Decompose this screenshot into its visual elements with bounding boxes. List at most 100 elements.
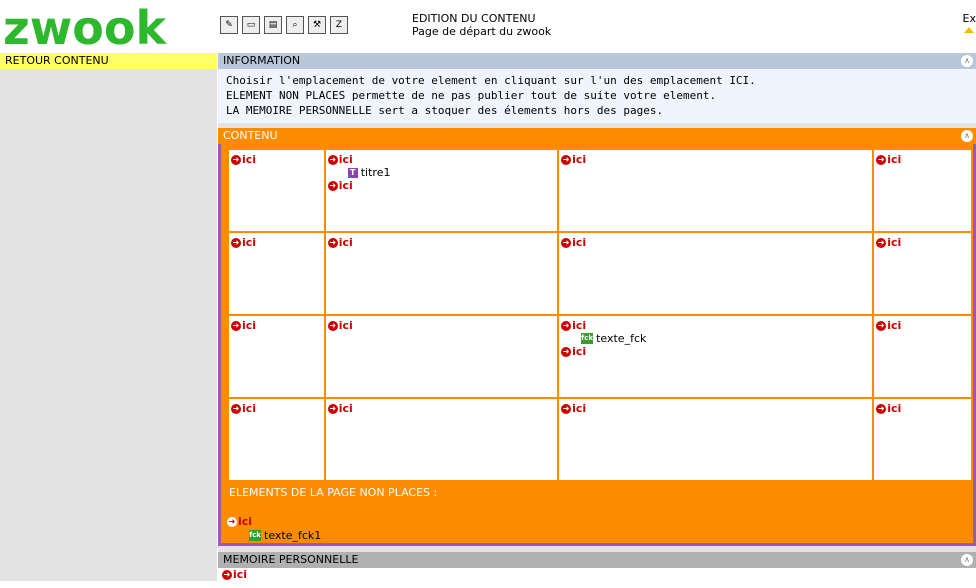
sidebar: RETOUR CONTENU bbox=[0, 53, 217, 581]
arrow-icon: ➜ bbox=[876, 237, 887, 248]
eject-icon bbox=[964, 27, 974, 33]
grid-cell: ➜ ici bbox=[872, 314, 973, 399]
ici-link[interactable]: ➜ ici bbox=[327, 153, 555, 166]
non-places-section: ELEMENTS DE LA PAGE NON PLACES : ➜ ici fc… bbox=[227, 482, 967, 558]
arrow-icon: ➜ bbox=[231, 237, 241, 248]
ici-link[interactable]: ➜ ici bbox=[327, 179, 555, 192]
collapse-icon[interactable]: ∧ bbox=[961, 554, 973, 566]
contenu-title: CONTENU bbox=[223, 129, 278, 142]
contenu-panel: ➜ ici ➜ ici Ttitre1 ➜ ici ➜ ici ➜ ici ➜ ici ➜ ici ➜ ici ➜… bbox=[218, 144, 976, 546]
arrow-icon: ➜ bbox=[231, 320, 241, 331]
arrow-icon: ➜ bbox=[876, 154, 887, 165]
fck-icon: fck bbox=[581, 333, 594, 344]
grid-cell: ➜ ici bbox=[227, 397, 326, 482]
zoom-icon: Z bbox=[335, 20, 343, 30]
retour-contenu-link[interactable]: RETOUR CONTENU bbox=[0, 53, 217, 69]
info-line: Choisir l'emplacement de votre element e… bbox=[226, 74, 756, 87]
tools-icon: ⚒ bbox=[312, 20, 322, 30]
top-bar: zwook ✎ ▭ ▤ ⌕ ⚒ Z EDITION DU CONTENU Page de … bbox=[0, 0, 976, 52]
arrow-icon: ➜ bbox=[231, 154, 241, 165]
ici-link[interactable]: ➜ ici bbox=[231, 402, 322, 415]
ici-link[interactable]: ➜ ici bbox=[876, 236, 969, 249]
main-content: INFORMATION ∧ Choisir l'emplacement de v… bbox=[218, 53, 976, 588]
zwook-logo[interactable]: zwook bbox=[3, 6, 203, 50]
contenu-header[interactable]: CONTENU ∧ bbox=[218, 128, 976, 144]
arrow-icon: ➜ bbox=[876, 403, 887, 414]
ici-link[interactable]: ➜ ici bbox=[876, 402, 969, 415]
arrow-icon: ➜ bbox=[561, 237, 572, 248]
grid-row: ➜ ici ➜ ici ➜ ici ➜ ici bbox=[227, 397, 973, 482]
layout-button[interactable]: ▤ bbox=[264, 16, 282, 34]
arrow-icon: ➜ bbox=[327, 320, 338, 331]
edit-icon: ✎ bbox=[225, 20, 233, 30]
arrow-icon: ➜ bbox=[231, 403, 241, 414]
grid-cell: ➜ ici bbox=[323, 397, 560, 482]
toolbar: ✎ ▭ ▤ ⌕ ⚒ Z bbox=[220, 16, 348, 34]
ici-link[interactable]: ➜ ici bbox=[561, 236, 870, 249]
page-button[interactable]: ▭ bbox=[242, 16, 260, 34]
arrow-icon: ➜ bbox=[876, 320, 887, 331]
arrow-icon: ➜ bbox=[561, 320, 572, 331]
collapse-icon[interactable]: ∧ bbox=[961, 55, 973, 67]
ici-link[interactable]: ➜ ici bbox=[327, 319, 555, 332]
grid-cell: ➜ ici bbox=[227, 314, 326, 399]
grid-cell: ➜ ici fck texte_fck ➜ ici bbox=[557, 314, 875, 399]
information-header[interactable]: INFORMATION ∧ bbox=[218, 53, 976, 69]
grid-row: ➜ ici ➜ ici ➜ ici ➜ ici bbox=[227, 231, 973, 316]
search-button[interactable]: ⌕ bbox=[286, 16, 304, 34]
zoom-button[interactable]: Z bbox=[330, 16, 348, 34]
grid-cell: ➜ ici bbox=[872, 148, 973, 233]
edition-header: EDITION DU CONTENU Page de départ du zwo… bbox=[412, 12, 551, 38]
grid-cell: ➜ ici bbox=[872, 397, 973, 482]
edition-subtitle: Page de départ du zwook bbox=[412, 25, 552, 38]
ici-link[interactable]: ➜ ici bbox=[231, 153, 322, 166]
arrow-icon: ➜ bbox=[327, 403, 338, 414]
ici-link[interactable]: ➜ ici bbox=[561, 345, 870, 358]
ici-link[interactable]: ➜ ici bbox=[227, 515, 967, 528]
ici-link[interactable]: ➜ ici bbox=[231, 319, 322, 332]
grid-cell: ➜ ici bbox=[557, 397, 875, 482]
grid-row: ➜ ici ➜ ici Ttitre1 ➜ ici ➜ ici ➜ ici bbox=[227, 148, 973, 233]
memoire-body: ➜ ici bbox=[218, 568, 976, 588]
ici-link[interactable]: ➜ ici bbox=[222, 568, 976, 581]
grid-cell: ➜ ici bbox=[323, 314, 560, 399]
info-line: LA MEMOIRE PERSONNELLE sert a stoquer de… bbox=[226, 104, 664, 117]
info-line: ELEMENT NON PLACES permette de ne pas pu… bbox=[226, 89, 717, 102]
layout-grid: ➜ ici ➜ ici Ttitre1 ➜ ici ➜ ici ➜ ici ➜ ici ➜ ici ➜ ici ➜… bbox=[227, 148, 973, 482]
ici-link[interactable]: ➜ ici bbox=[327, 402, 555, 415]
ici-link[interactable]: ➜ ici bbox=[876, 153, 969, 166]
edit-button[interactable]: ✎ bbox=[220, 16, 238, 34]
arrow-icon: ➜ bbox=[227, 516, 237, 527]
element-item[interactable]: fck texte_fck1 bbox=[249, 529, 967, 542]
exit-label: Ex bbox=[962, 12, 976, 25]
ici-link[interactable]: ➜ ici bbox=[327, 236, 555, 249]
element-item[interactable]: fck texte_fck bbox=[581, 332, 870, 345]
ici-link[interactable]: ➜ ici bbox=[561, 153, 870, 166]
grid-cell: ➜ ici bbox=[557, 148, 875, 233]
exit-button[interactable]: Ex bbox=[958, 12, 976, 33]
arrow-icon: ➜ bbox=[561, 403, 572, 414]
edition-title: EDITION DU CONTENU bbox=[412, 12, 536, 25]
arrow-icon: ➜ bbox=[561, 154, 572, 165]
grid-cell: ➜ ici bbox=[227, 148, 326, 233]
grid-cell: ➜ ici bbox=[227, 231, 326, 316]
arrow-icon: ➜ bbox=[327, 154, 338, 165]
collapse-icon[interactable]: ∧ bbox=[961, 130, 973, 142]
ici-link[interactable]: ➜ ici bbox=[561, 319, 870, 332]
grid-cell: ➜ ici bbox=[323, 231, 560, 316]
ici-link[interactable]: ➜ ici bbox=[561, 402, 870, 415]
titre-icon: T bbox=[347, 167, 358, 178]
ici-link[interactable]: ➜ ici bbox=[231, 236, 322, 249]
grid-cell: ➜ ici bbox=[557, 231, 875, 316]
arrow-icon: ➜ bbox=[327, 180, 338, 191]
grid-cell: ➜ ici bbox=[872, 231, 973, 316]
memoire-header[interactable]: MEMOIRE PERSONNELLE ∧ bbox=[218, 552, 976, 568]
layout-icon: ▤ bbox=[268, 20, 278, 30]
tools-button[interactable]: ⚒ bbox=[308, 16, 326, 34]
arrow-icon: ➜ bbox=[561, 346, 572, 357]
page-icon: ▭ bbox=[246, 20, 256, 30]
ici-link[interactable]: ➜ ici bbox=[876, 319, 969, 332]
arrow-icon: ➜ bbox=[222, 569, 232, 580]
element-item[interactable]: Ttitre1 bbox=[347, 166, 555, 179]
memoire-title: MEMOIRE PERSONNELLE bbox=[223, 553, 359, 566]
